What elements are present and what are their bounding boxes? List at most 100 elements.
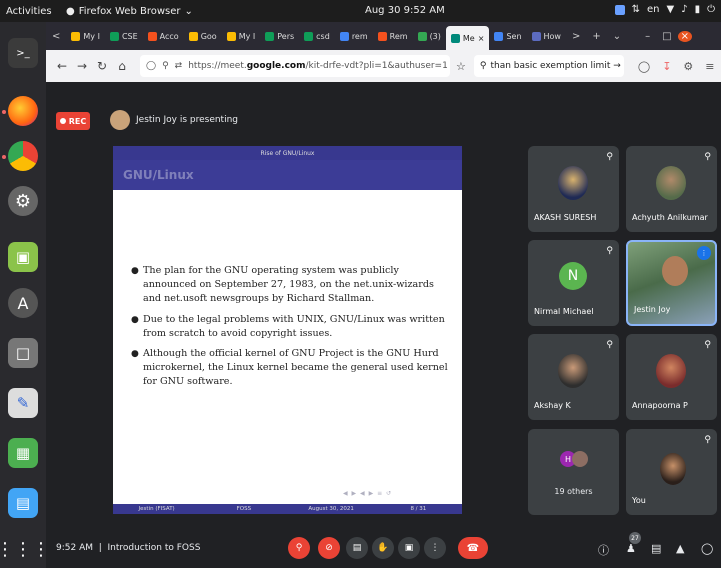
presentation-slide: Rise of GNU/Linux GNU/Linux ● The plan fo… — [113, 146, 462, 514]
forward-icon[interactable]: → — [72, 59, 92, 73]
raise-hand-button[interactable]: ✋ — [372, 537, 394, 559]
browser-tab[interactable]: Acco — [143, 22, 184, 50]
info-icon: ⓘ — [598, 544, 609, 557]
more-vert-icon: ⋮ — [430, 543, 440, 553]
participant-tile[interactable]: ⚲ Achyuth Anilkumar — [626, 146, 717, 232]
slide-footer: Jestin (FISAT) FOSS August 30, 2021 8 / … — [113, 504, 462, 514]
activities-button[interactable]: ▲ — [676, 542, 684, 555]
url-text: https://meet.google.com/kit-drfe-vdt?pli… — [188, 61, 448, 71]
keyboard-layout[interactable]: en — [647, 4, 660, 15]
browser-tab[interactable]: CSE — [105, 22, 143, 50]
slide-date: August 30, 2021 — [308, 506, 354, 512]
home-icon[interactable]: ⌂ — [112, 59, 132, 73]
participant-photo — [558, 354, 588, 388]
new-tab-icon[interactable]: + — [586, 31, 606, 42]
activities-button[interactable]: Activities — [0, 6, 60, 17]
pocket-icon[interactable]: ◯ — [638, 60, 650, 73]
settings-icon[interactable]: ⚙ — [8, 186, 38, 216]
system-tray[interactable]: ⇅ en ▼ ♪ ▮ ⏻ — [614, 4, 715, 15]
shield-icon: ◯ — [701, 542, 714, 555]
tracking-shield-icon[interactable]: ◯ — [146, 61, 156, 71]
browser-tab[interactable]: Goo — [184, 22, 222, 50]
app-menu[interactable]: ● Firefox Web Browser ⌄ — [66, 6, 193, 17]
participant-tile[interactable]: ⚲ AKASH SURESH — [528, 146, 619, 232]
close-window-icon[interactable]: × — [677, 30, 692, 42]
minimize-window-icon[interactable]: – — [639, 31, 656, 42]
archive-manager-icon[interactable]: ▣ — [8, 242, 38, 272]
recording-badge[interactable]: REC — [56, 112, 90, 130]
browser-tab[interactable]: Rem — [373, 22, 413, 50]
mic-off-icon: ⚲ — [606, 152, 613, 162]
lock-icon[interactable]: ⚲ — [162, 61, 169, 71]
mic-off-icon: ⚲ — [704, 340, 711, 350]
present-icon: ▣ — [404, 543, 414, 553]
participant-tile-active-speaker[interactable]: ⋮ Jestin Joy — [626, 240, 717, 326]
firefox-icon: ● — [66, 5, 75, 17]
camera-toggle-button[interactable]: ⊘ — [318, 537, 340, 559]
browser-tab[interactable]: My I — [66, 22, 105, 50]
spreadsheet-icon[interactable]: ▦ — [8, 438, 38, 468]
captions-button[interactable]: ▤ — [346, 537, 368, 559]
participant-tile-self[interactable]: ⚲ You — [626, 429, 717, 515]
participant-tile[interactable]: ⚲ Annapoorna P — [626, 334, 717, 420]
maximize-window-icon[interactable]: □ — [656, 31, 677, 42]
slide-author: Jestin (FISAT) — [138, 506, 175, 512]
close-tab-icon[interactable]: × — [478, 34, 485, 43]
account-icon[interactable]: ⚙ — [683, 60, 693, 73]
browser-tab[interactable]: Sen — [489, 22, 526, 50]
tab-scroll-right-icon[interactable]: > — [566, 31, 586, 42]
slide-section-header: Rise of GNU/Linux — [113, 146, 462, 160]
browser-tab[interactable]: Pers — [260, 22, 299, 50]
files-icon[interactable]: □ — [8, 338, 38, 368]
clock[interactable]: Aug 30 9:52 AM — [365, 5, 445, 16]
downloads-icon[interactable]: ↧ — [662, 60, 671, 73]
running-indicator — [2, 110, 6, 114]
software-center-icon[interactable]: A — [8, 288, 38, 318]
browser-tab[interactable]: rem — [335, 22, 373, 50]
participant-tile-others[interactable]: H 19 others — [528, 429, 619, 515]
terminal-icon[interactable]: >_ — [8, 38, 38, 68]
more-options-button[interactable]: ⋮ — [424, 537, 446, 559]
people-button[interactable]: ♟ — [626, 542, 636, 555]
search-icon: ⚲ — [479, 61, 487, 71]
chevron-down-icon: ⌄ — [184, 5, 193, 17]
search-box[interactable]: ⚲ than basic exemption limit → — [473, 55, 624, 77]
document-icon[interactable]: ▤ — [8, 488, 38, 518]
participant-tile[interactable]: ⚲ N Nirmal Michael — [528, 240, 619, 326]
network-indicator-icon: ⇅ — [631, 4, 640, 15]
browser-tab[interactable]: My I — [222, 22, 261, 50]
participant-name: You — [632, 496, 646, 505]
people-icon: ♟ — [626, 542, 636, 555]
slide-bullet: ● The plan for the GNU operating system w… — [131, 264, 449, 307]
browser-tab[interactable]: (3) — [413, 22, 446, 50]
browser-tab[interactable]: How — [527, 22, 566, 50]
back-icon[interactable]: ← — [52, 59, 72, 73]
present-button[interactable]: ▣ — [398, 537, 420, 559]
reload-icon[interactable]: ↻ — [92, 59, 112, 73]
chrome-icon[interactable] — [8, 141, 38, 171]
search-text: than basic exemption limit → — [490, 61, 621, 71]
system-top-bar: Activities ● Firefox Web Browser ⌄ Aug 3… — [0, 0, 721, 22]
bookmark-star-icon[interactable]: ☆ — [456, 60, 466, 73]
list-all-tabs-icon[interactable]: ⌄ — [607, 31, 627, 42]
menu-icon[interactable]: ≡ — [705, 60, 714, 73]
browser-tab[interactable]: csd — [299, 22, 335, 50]
presenting-label: Jestin Joy is presenting — [136, 115, 239, 125]
meeting-details-button[interactable]: ⓘ — [598, 542, 609, 558]
participant-tile[interactable]: ⚲ Akshay K — [528, 334, 619, 420]
firefox-icon[interactable] — [8, 96, 38, 126]
browser-tab-active[interactable]: Me × — [445, 26, 490, 50]
wifi-icon: ▼ — [666, 4, 675, 15]
tab-favicon-icon — [494, 31, 504, 41]
address-bar[interactable]: ◯ ⚲ ⇄ https://meet.google.com/kit-drfe-v… — [140, 55, 450, 77]
tab-scroll-left-icon[interactable]: < — [46, 31, 66, 42]
meet-control-bar: 9:52 AM | Introduction to FOSS ⚲ ⊘ ▤ ✋ ▣… — [46, 528, 721, 568]
chat-button[interactable]: ▤ — [651, 542, 661, 555]
text-editor-icon[interactable]: ✎ — [8, 388, 38, 418]
host-controls-button[interactable]: ◯ — [701, 542, 713, 555]
mic-toggle-button[interactable]: ⚲ — [288, 537, 310, 559]
show-applications-icon[interactable]: ⋮⋮⋮ — [0, 534, 50, 564]
leave-call-button[interactable]: ☎ — [458, 537, 488, 559]
permissions-icon[interactable]: ⇄ — [175, 61, 183, 71]
slide-bullet: ● Due to the legal problems with UNIX, GN… — [131, 313, 449, 341]
